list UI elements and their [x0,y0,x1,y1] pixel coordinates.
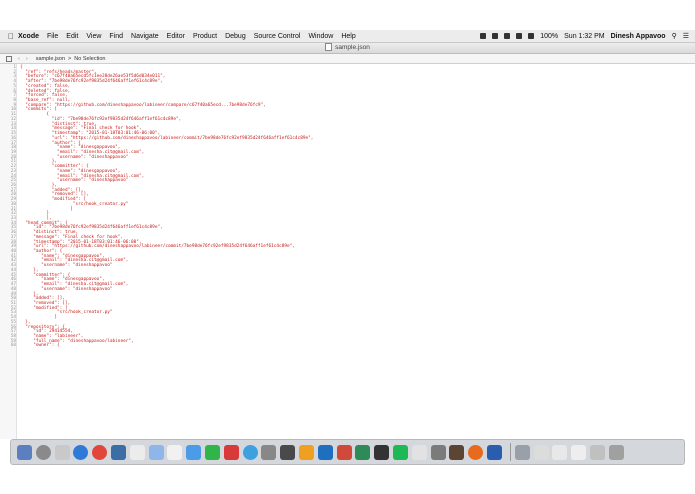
dock-app-icon[interactable] [552,444,568,460]
dock-app-icon[interactable] [430,444,446,460]
notes-icon[interactable] [492,33,499,39]
dock-app-icon[interactable] [468,444,484,460]
jump-bar: ‹ › sample.json > No Selection [0,54,695,64]
breadcrumb-file[interactable]: sample.json [36,56,65,62]
source-editor[interactable]: 1{2 "ref": "refs/heads/master", 3 "before… [0,64,695,439]
dock-app-icon[interactable] [186,444,202,460]
dock-app-icon[interactable] [148,444,164,460]
menu-debug[interactable]: Debug [225,33,246,40]
dock-app-icon[interactable] [204,444,220,460]
dock-app-icon[interactable] [589,444,605,460]
menu-window[interactable]: Window [308,33,333,40]
dock-app-icon[interactable] [449,444,465,460]
dock-app-icon[interactable] [317,444,333,460]
menu-find[interactable]: Find [109,33,123,40]
dock-app-icon[interactable] [261,444,277,460]
battery-percent[interactable]: 100% [540,33,558,40]
code-line[interactable]: 60 "owner": { [6,344,691,349]
dock-app-icon[interactable] [608,444,624,460]
window-title: sample.json [335,44,370,51]
document-icon [325,43,333,52]
dock-app-icon[interactable] [92,444,108,460]
dock-app-icon[interactable] [54,444,70,460]
back-icon[interactable]: ‹ [18,56,20,62]
volume-icon[interactable] [528,33,535,39]
menu-navigate[interactable]: Navigate [131,33,159,40]
dock [10,439,685,465]
line-number: 60 [10,343,16,349]
menu-help[interactable]: Help [341,33,355,40]
menu-editor[interactable]: Editor [167,33,185,40]
forward-icon[interactable]: › [26,56,28,62]
dock-app-icon[interactable] [223,444,239,460]
spotlight-icon[interactable]: ⚲ [672,32,677,40]
status-area: 100% Sun 1:32 PM Dinesh Appavoo ⚲ ☰ [474,30,689,42]
dock-app-icon[interactable] [35,444,51,460]
clock[interactable]: Sun 1:32 PM [564,33,604,40]
desktop-background [0,466,695,494]
apple-menu-icon[interactable]:  [4,32,18,41]
menu-app-name[interactable]: Xcode [18,33,39,40]
extension-icon[interactable] [480,33,487,39]
dock-app-icon[interactable] [533,444,549,460]
dock-app-icon[interactable] [336,444,352,460]
dock-app-icon[interactable] [280,444,296,460]
dock-app-icon[interactable] [73,444,89,460]
code-area[interactable]: 1{2 "ref": "refs/heads/master", 3 "before… [6,65,691,349]
dock-separator [509,443,511,461]
dock-app-icon[interactable] [355,444,371,460]
dock-app-icon[interactable] [486,444,502,460]
dock-app-icon[interactable] [514,444,530,460]
menu-view[interactable]: View [86,33,101,40]
breadcrumb-selection[interactable]: No Selection [74,56,105,62]
wifi-icon[interactable] [516,33,523,39]
notification-center-icon[interactable]: ☰ [683,32,689,40]
code-text: "owner": { [20,343,60,349]
menu-source-control[interactable]: Source Control [254,33,301,40]
bluetooth-icon[interactable] [504,33,511,39]
dock-app-icon[interactable] [17,444,32,460]
dock-app-icon[interactable] [411,444,427,460]
dock-app-icon[interactable] [110,444,126,460]
menu-product[interactable]: Product [193,33,217,40]
menu-file[interactable]: File [47,33,58,40]
dock-app-icon[interactable] [242,444,258,460]
breadcrumb-separator: > [68,55,72,62]
dock-app-icon[interactable] [392,444,408,460]
dock-app-icon[interactable] [571,444,587,460]
related-items-icon[interactable] [6,55,12,62]
dock-app-icon[interactable] [167,444,183,460]
dock-app-icon[interactable] [129,444,145,460]
window-titlebar: sample.json [0,43,695,54]
menu-edit[interactable]: Edit [66,33,78,40]
dock-app-icon[interactable] [374,444,390,460]
user-name[interactable]: Dinesh Appavoo [611,33,666,40]
dock-app-icon[interactable] [298,444,314,460]
menu-bar:  Xcode File Edit View Find Navigate Edi… [0,30,695,43]
